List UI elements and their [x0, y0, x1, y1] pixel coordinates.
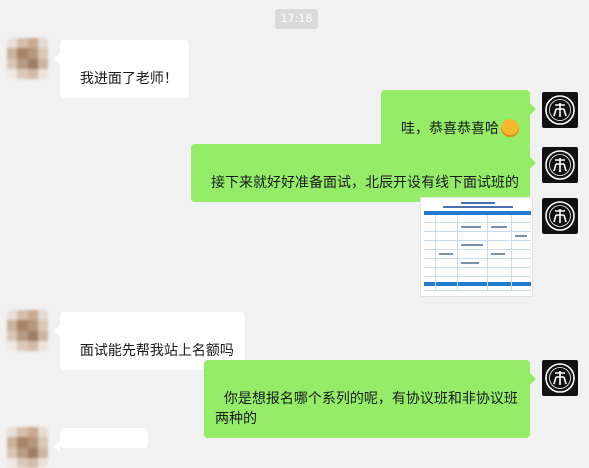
message-bubble-received[interactable]: 我进面了老师！ — [54, 40, 189, 98]
message-timestamp: 17:18 — [275, 9, 318, 29]
contact-avatar[interactable] — [7, 38, 48, 79]
logo-icon — [545, 150, 575, 180]
image-content — [487, 215, 488, 291]
message-text: 面试能先帮我站上名额吗 — [79, 343, 234, 359]
logo-icon — [545, 363, 575, 393]
image-content — [424, 231, 531, 232]
image-content — [461, 226, 481, 228]
image-content — [424, 267, 531, 268]
image-content — [424, 249, 531, 250]
grinning-face-emoji — [501, 119, 519, 137]
self-avatar[interactable] — [542, 360, 578, 396]
image-message-thumbnail[interactable] — [420, 197, 533, 297]
message-text: 你是想报名哪个系列的呢，有协议班和非协议班两种的 — [215, 391, 518, 427]
self-avatar[interactable] — [542, 147, 578, 183]
image-content — [511, 215, 512, 291]
image-content — [424, 282, 531, 286]
image-content — [457, 215, 458, 291]
self-avatar[interactable] — [542, 198, 578, 234]
contact-avatar[interactable] — [7, 310, 48, 351]
self-avatar[interactable] — [542, 92, 578, 128]
image-content — [424, 240, 531, 241]
image-content — [491, 253, 505, 255]
message-text: 哇，恭喜恭喜哈 — [401, 121, 499, 137]
image-content — [424, 290, 531, 291]
image-content — [443, 206, 513, 208]
image-content — [439, 253, 453, 255]
image-content — [461, 202, 495, 204]
image-content — [424, 258, 531, 259]
message-bubble-sent[interactable]: 哇，恭喜恭喜哈 — [381, 90, 536, 148]
message-bubble-sent[interactable]: 你是想报名哪个系列的呢，有协议班和非协议班两种的 — [204, 360, 536, 438]
message-text: 接下来就好好准备面试，北辰开设有线下面试班的 — [211, 175, 519, 191]
image-content — [435, 215, 436, 291]
image-content — [515, 235, 527, 237]
message-text: 我进面了老师！ — [79, 71, 178, 87]
image-content — [491, 226, 507, 228]
image-content — [424, 276, 531, 277]
logo-icon — [545, 95, 575, 125]
image-content — [461, 244, 483, 246]
image-content — [461, 262, 479, 264]
image-content — [424, 222, 531, 223]
logo-icon — [545, 201, 575, 231]
contact-avatar[interactable] — [7, 427, 48, 468]
message-bubble-sent[interactable]: 接下来就好好准备面试，北辰开设有线下面试班的 — [191, 144, 536, 202]
message-bubble-received[interactable] — [54, 428, 148, 453]
image-content — [424, 211, 531, 215]
